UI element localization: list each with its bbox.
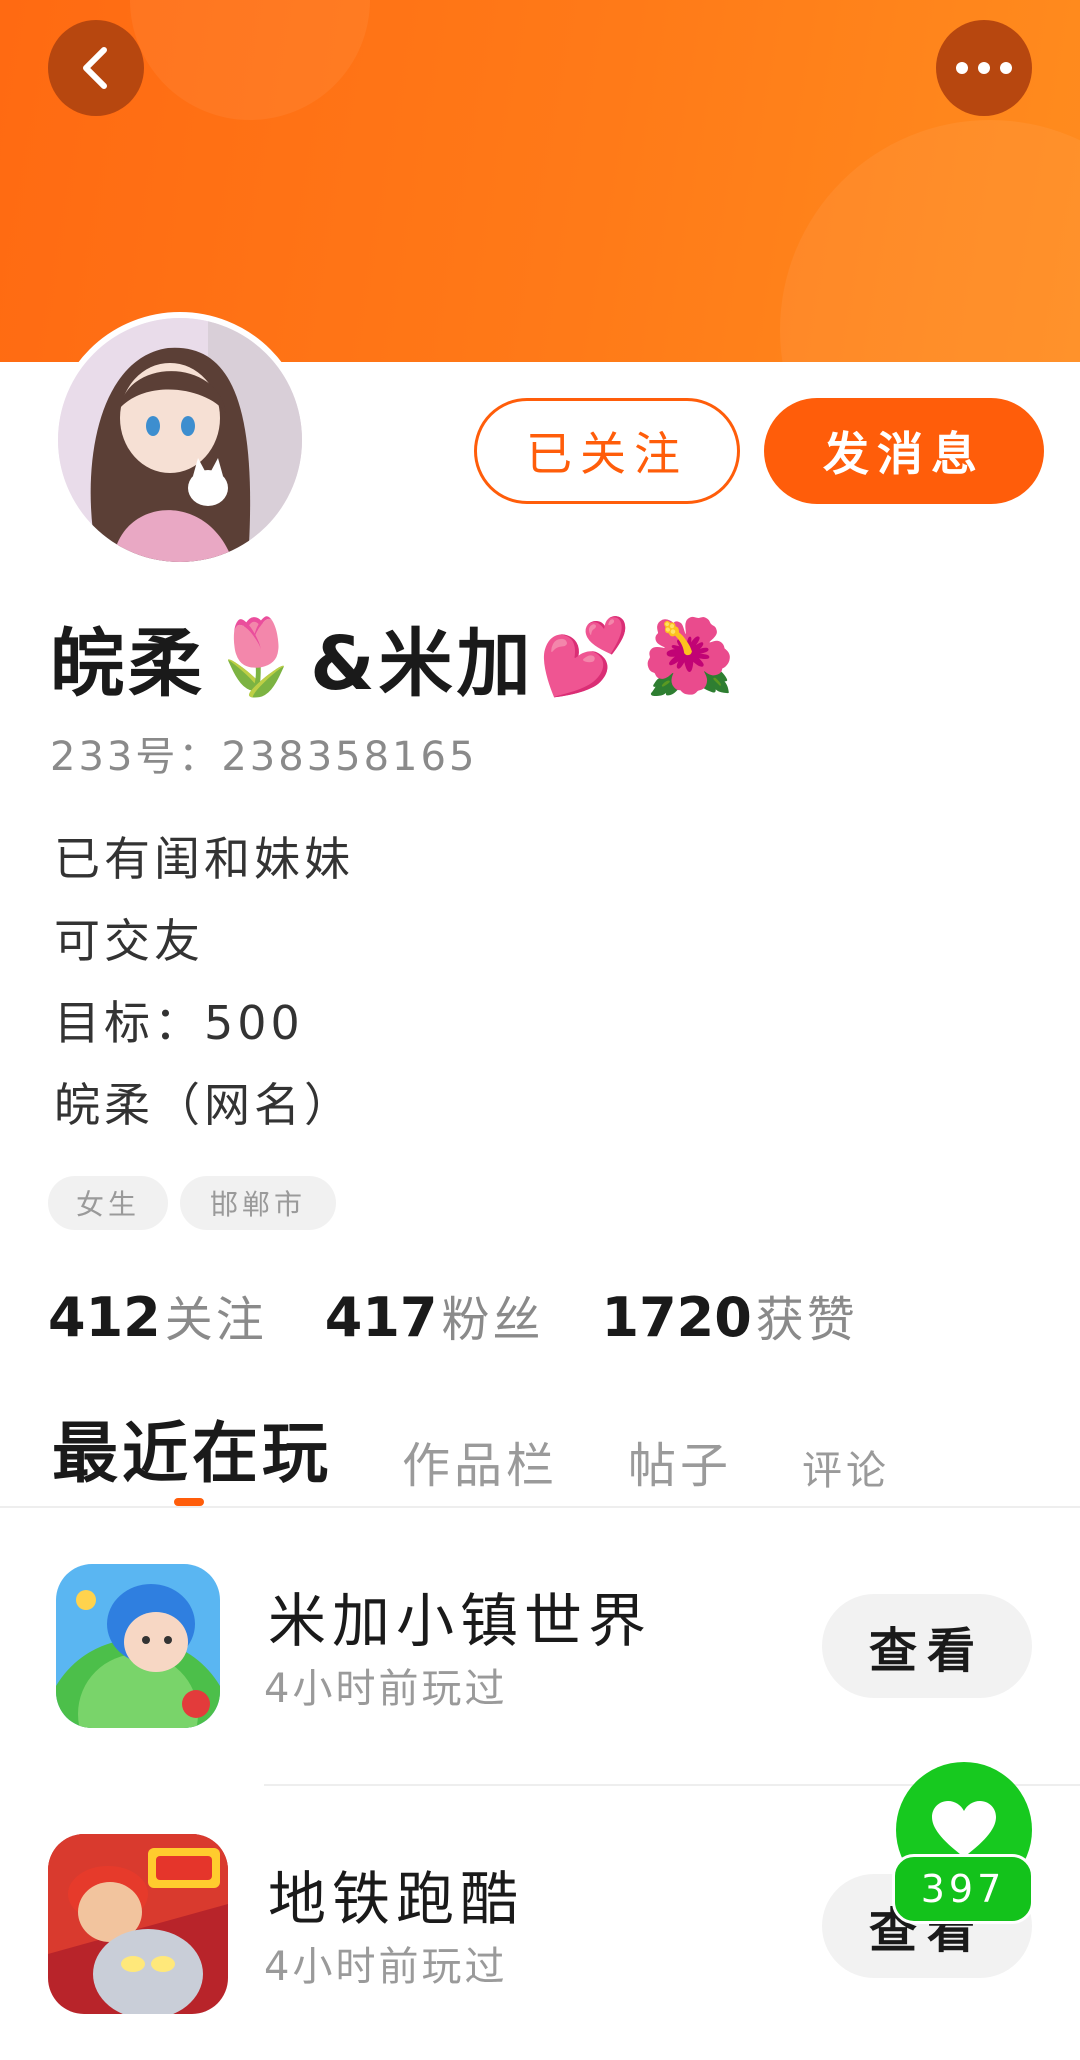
likes-stat[interactable]: 1720 获赞: [602, 1280, 858, 1350]
tab-comments[interactable]: 评论: [802, 1438, 890, 1496]
subway-surfers-icon: [48, 1834, 228, 2014]
game-name: 地铁跑酷: [268, 1865, 525, 1933]
avatar[interactable]: [52, 312, 308, 568]
floating-like-button[interactable]: 397: [892, 1762, 1034, 1924]
two-hearts-emoji: 💕: [538, 613, 635, 700]
avatar-illustration: [58, 318, 302, 562]
divider: [0, 1506, 1080, 1508]
following-label: 关注: [164, 1292, 267, 1348]
chevron-left-icon: [83, 47, 107, 89]
like-count-badge: 397: [892, 1854, 1034, 1924]
following-count: 412: [48, 1286, 161, 1349]
likes-count: 1720: [601, 1286, 752, 1349]
nickname-text-part: &米加: [310, 620, 535, 707]
likes-label: 获赞: [755, 1292, 858, 1348]
more-dots-icon: [956, 62, 1012, 74]
tab-recently-played[interactable]: 最近在玩: [52, 1400, 332, 1496]
follow-button[interactable]: 已关注: [474, 398, 740, 504]
nickname: 皖柔 🌷 &米加 💕 🌺: [50, 612, 743, 707]
user-id: 233号：238358165: [50, 734, 478, 780]
followers-count: 417: [324, 1286, 438, 1349]
bio: 已有闺和妹妹 可交友 目标：500 皖柔（网名）: [54, 818, 354, 1146]
last-played-time: 4小时前玩过: [264, 1944, 508, 1990]
profile-stats: 412 关注 417 粉丝 1720 获赞: [48, 1280, 916, 1350]
list-item[interactable]: 米加小镇世界 4小时前玩过 查看: [0, 1540, 1080, 1740]
heart-icon: [932, 1801, 996, 1857]
active-tab-indicator: [174, 1498, 204, 1506]
hibiscus-emoji: 🌺: [642, 613, 739, 700]
bio-line: 可交友: [54, 914, 204, 968]
last-played-time: 4小时前玩过: [264, 1666, 508, 1712]
following-stat[interactable]: 412 关注: [48, 1280, 267, 1350]
tab-posts[interactable]: 帖子: [628, 1426, 732, 1496]
location-tag: 邯郸市: [180, 1176, 336, 1230]
bio-line: 已有闺和妹妹: [54, 832, 354, 886]
followers-stat[interactable]: 417 粉丝: [325, 1280, 544, 1350]
bio-line: 皖柔（网名）: [54, 1078, 354, 1132]
profile-header-banner: [0, 0, 1080, 362]
back-button[interactable]: [48, 20, 144, 116]
tulip-emoji: 🌷: [210, 613, 307, 700]
send-message-button[interactable]: 发消息: [764, 398, 1044, 504]
miga-town-icon: [56, 1564, 220, 1728]
tab-works[interactable]: 作品栏: [402, 1426, 558, 1496]
profile-tabs: 最近在玩 作品栏 帖子 评论: [52, 1396, 960, 1496]
more-options-button[interactable]: [936, 20, 1032, 116]
view-game-button[interactable]: 查看: [822, 1594, 1032, 1698]
nickname-text-part: 皖柔: [50, 620, 206, 707]
game-name: 米加小镇世界: [268, 1587, 653, 1655]
gender-tag: 女生: [48, 1176, 168, 1230]
followers-label: 粉丝: [441, 1292, 544, 1348]
bio-line: 目标：500: [54, 996, 304, 1050]
